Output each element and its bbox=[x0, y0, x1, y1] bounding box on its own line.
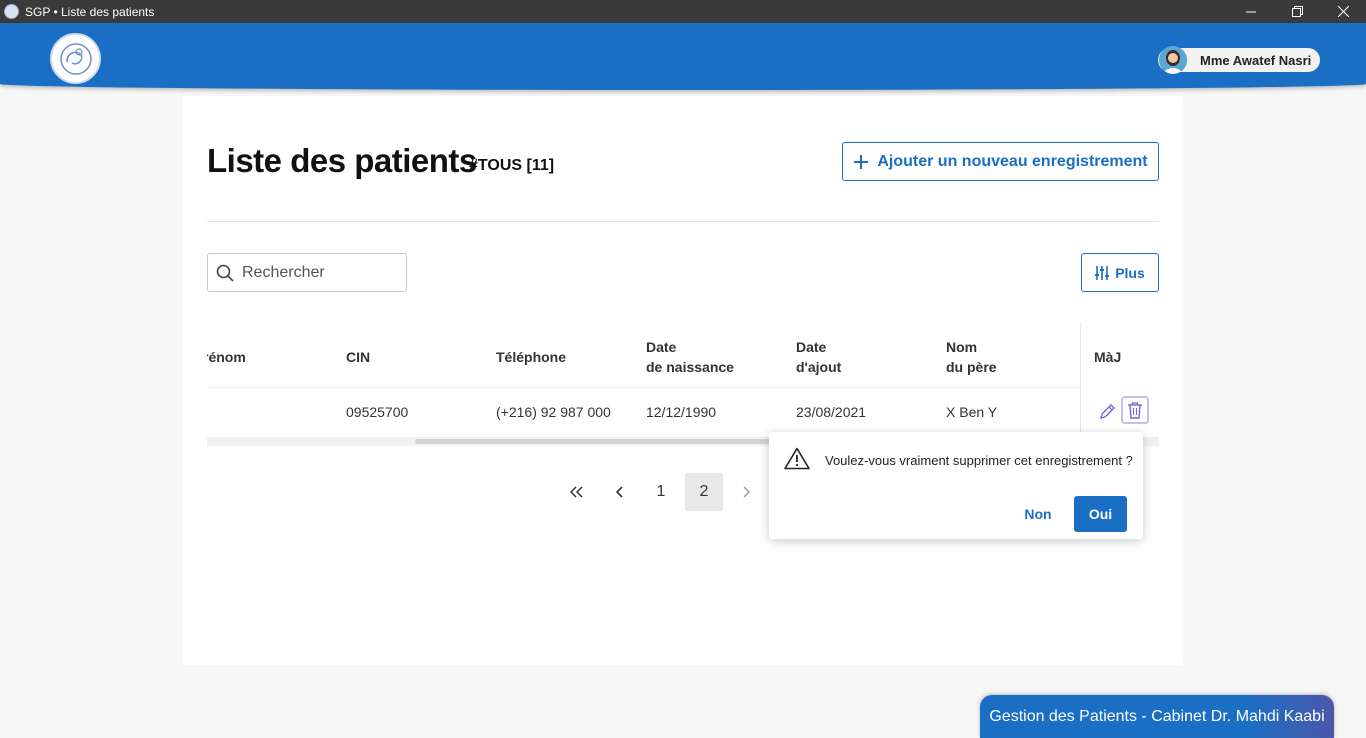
header-nom-pere-line1: Nom bbox=[946, 339, 978, 355]
warning-icon bbox=[784, 447, 810, 475]
first-page-button[interactable] bbox=[558, 473, 596, 511]
sliders-icon bbox=[1095, 265, 1110, 280]
app-header: Mme Awatef Nasri bbox=[0, 23, 1366, 90]
minimize-icon[interactable] bbox=[1228, 0, 1274, 23]
header-telephone[interactable]: Téléphone bbox=[496, 347, 566, 367]
window-titlebar: SGP • Liste des patients bbox=[0, 0, 1366, 23]
prev-page-button[interactable] bbox=[601, 473, 639, 511]
add-record-label: Ajouter un nouveau enregistrement bbox=[877, 152, 1148, 170]
edit-icon[interactable] bbox=[1096, 401, 1118, 423]
delete-confirm-popover: Voulez-vous vraiment supprimer cet enreg… bbox=[769, 432, 1143, 539]
next-page-button[interactable] bbox=[727, 473, 765, 511]
cell-cin: 09525700 bbox=[346, 404, 409, 420]
header-maj: MàJ bbox=[1094, 349, 1122, 365]
header-date-ajout-line1: Date bbox=[796, 339, 827, 355]
cell-nom-pere: X Ben Y bbox=[946, 404, 998, 420]
footer-badge: Gestion des Patients - Cabinet Dr. Mahdi… bbox=[980, 695, 1334, 738]
header-nom-pere[interactable]: Nom du père bbox=[946, 337, 997, 377]
app-icon bbox=[4, 4, 19, 19]
cell-date-ajout: 23/08/2021 bbox=[796, 404, 867, 420]
actions-column: MàJ bbox=[1080, 323, 1159, 438]
search-box[interactable] bbox=[207, 253, 407, 292]
more-filters-button[interactable]: Plus bbox=[1081, 253, 1159, 292]
header-date-naissance-line2: de naissance bbox=[646, 359, 734, 375]
header-cin[interactable]: CIN bbox=[346, 347, 370, 367]
cell-telephone: (+216) 92 987 000 bbox=[496, 404, 611, 420]
header-date-naissance[interactable]: Date de naissance bbox=[646, 337, 734, 377]
divider bbox=[207, 221, 1159, 222]
user-name: Mme Awatef Nasri bbox=[1200, 52, 1312, 68]
clinic-logo[interactable] bbox=[50, 33, 101, 84]
avatar bbox=[1159, 46, 1187, 74]
page-button-2[interactable]: 2 bbox=[685, 473, 723, 511]
window-controls bbox=[1228, 0, 1366, 23]
add-record-button[interactable]: Ajouter un nouveau enregistrement bbox=[842, 142, 1159, 181]
patients-table: rénom CIN Téléphone Date de naissance Da… bbox=[207, 323, 1159, 446]
delete-icon[interactable] bbox=[1121, 396, 1149, 424]
close-icon[interactable] bbox=[1320, 0, 1366, 23]
page-title: Liste des patients bbox=[207, 142, 477, 179]
plus-icon bbox=[854, 154, 869, 169]
header-prenom[interactable]: rénom bbox=[207, 347, 246, 367]
cell-date-naissance: 12/12/1990 bbox=[646, 404, 717, 420]
window-title: SGP • Liste des patients bbox=[25, 4, 155, 19]
records-count-tag: #TOUS [11] bbox=[469, 157, 555, 174]
header-nom-pere-line2: du père bbox=[946, 359, 997, 375]
scrollbar-thumb[interactable] bbox=[415, 439, 795, 444]
header-divider bbox=[207, 387, 1159, 388]
search-input[interactable] bbox=[242, 263, 392, 282]
more-filters-label: Plus bbox=[1115, 264, 1145, 281]
user-menu[interactable]: Mme Awatef Nasri bbox=[1158, 46, 1320, 74]
confirm-message: Voulez-vous vraiment supprimer cet enreg… bbox=[825, 453, 1133, 468]
restore-icon[interactable] bbox=[1274, 0, 1320, 23]
header-date-naissance-line1: Date bbox=[646, 339, 677, 355]
confirm-button[interactable]: Oui bbox=[1074, 496, 1127, 532]
search-icon bbox=[216, 264, 234, 282]
cancel-button[interactable]: Non bbox=[1014, 496, 1062, 532]
content-card: Liste des patients #TOUS [11] Ajouter un… bbox=[183, 96, 1183, 665]
header-date-ajout[interactable]: Date d'ajout bbox=[796, 337, 841, 377]
header-date-ajout-line2: d'ajout bbox=[796, 359, 842, 375]
page-button-1[interactable]: 1 bbox=[642, 473, 680, 511]
